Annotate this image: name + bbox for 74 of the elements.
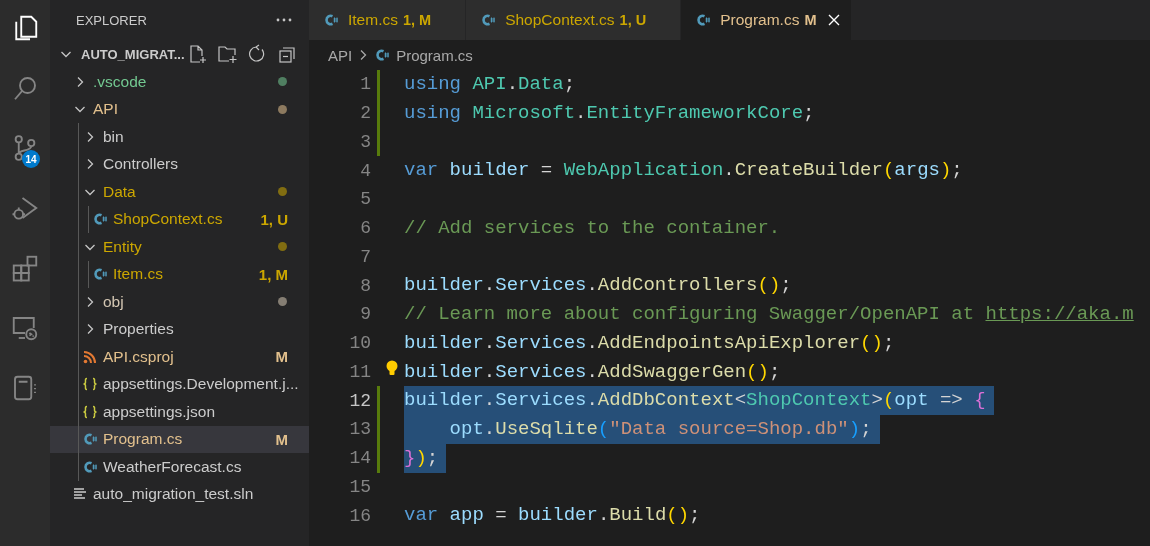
line-number: 5 — [359, 189, 371, 210]
code-line: using API.Data; — [404, 72, 576, 97]
file-item[interactable]: WeatherForecast.cs — [50, 453, 309, 481]
folder-item[interactable]: bin — [50, 123, 309, 151]
new-folder-icon[interactable] — [216, 44, 237, 64]
code-line: builder.Services.AddEndpointsApiExplorer(); — [404, 330, 895, 356]
breadcrumb-item[interactable]: Program.cs — [374, 46, 473, 64]
code-link[interactable]: https://aka.m — [985, 303, 1134, 325]
extensions-icon[interactable] — [10, 253, 40, 283]
csharp-icon — [92, 266, 108, 283]
csharp-icon — [323, 12, 339, 28]
tab[interactable]: Item.cs 1, M — [309, 0, 467, 40]
csharp-icon — [480, 12, 497, 28]
braces-icon — [82, 403, 98, 420]
folder-item[interactable]: Controllers — [50, 150, 309, 178]
code-line: var builder = WebApplication.CreateBuilder(args); — [404, 158, 963, 184]
code-line: builder.Services.AddSwaggerGen(); — [404, 359, 781, 385]
line-number: 13 — [348, 419, 371, 440]
refresh-icon[interactable] — [246, 44, 267, 64]
more-icon[interactable] — [275, 17, 293, 23]
panel-title: EXPLORER — [76, 12, 147, 28]
tab[interactable]: Program.cs M — [681, 0, 852, 40]
git-status: 1, M — [258, 265, 288, 283]
folder-item[interactable]: API — [50, 95, 309, 123]
csharp-icon — [82, 458, 98, 475]
csharp-icon — [374, 47, 391, 63]
git-status: 1, U — [260, 210, 288, 228]
tab-status: 1, U — [619, 12, 647, 28]
git-status: M — [275, 348, 288, 366]
code-line: using Microsoft.EntityFrameworkCore; — [404, 100, 815, 126]
tab[interactable]: ShopContext.cs 1, U — [466, 0, 682, 40]
line-number: 9 — [359, 304, 371, 325]
line-number: 3 — [359, 131, 371, 152]
csharp-icon — [92, 211, 108, 228]
folder-item[interactable]: .vscode — [50, 68, 309, 96]
line-number: 10 — [348, 333, 371, 354]
folder-item[interactable]: Properties — [50, 315, 309, 343]
line-number: 2 — [359, 103, 371, 124]
workspace-name[interactable]: AUTO_MIGRAT... — [81, 46, 185, 62]
braces-icon — [82, 376, 98, 393]
folder-item[interactable]: Data — [50, 178, 309, 206]
line-number: 1 — [359, 74, 371, 95]
code-line: builder.Services.AddControllers(); — [404, 273, 792, 299]
file-item[interactable]: Program.cs M — [50, 425, 309, 453]
code-line: var app = builder.Build(); — [404, 503, 701, 529]
line-number: 4 — [359, 160, 371, 181]
code-line: // Add services to the container. — [404, 215, 781, 241]
line-number: 7 — [359, 246, 371, 267]
line-number: 8 — [359, 275, 371, 296]
breadcrumb-item[interactable]: API — [328, 46, 353, 64]
tab-status: 1, M — [402, 12, 432, 28]
csharp-icon — [695, 12, 712, 28]
file-item[interactable]: API.csproj M — [50, 343, 309, 371]
lightbulb-icon[interactable] — [385, 359, 399, 376]
code-comment: // Learn more about configuring Swagger/OpenAPI at — [404, 303, 976, 325]
line-number: 6 — [359, 218, 371, 239]
folder-item[interactable]: Entity — [50, 233, 309, 261]
notification-count: 14 — [22, 150, 40, 168]
file-item[interactable]: ShopContext.cs 1, U — [50, 205, 309, 233]
file-item[interactable]: appsettings.json — [50, 398, 309, 426]
line-number: 12 — [348, 390, 371, 411]
file-item[interactable]: Item.cs 1, M — [50, 260, 309, 288]
folder-item[interactable]: obj — [50, 288, 309, 316]
collapse-all-icon[interactable] — [276, 44, 297, 64]
line-number: 11 — [348, 361, 371, 382]
line-number: 15 — [348, 476, 371, 497]
csharp-icon — [82, 431, 98, 448]
line-number: 16 — [348, 505, 371, 526]
tab-status: M — [804, 12, 817, 28]
line-number: 14 — [348, 448, 371, 469]
git-status: M — [275, 430, 288, 448]
file-item[interactable]: auto_migration_test.sln — [50, 480, 309, 508]
file-item[interactable]: appsettings.Development.j... — [50, 370, 309, 398]
feed-icon — [82, 348, 98, 365]
